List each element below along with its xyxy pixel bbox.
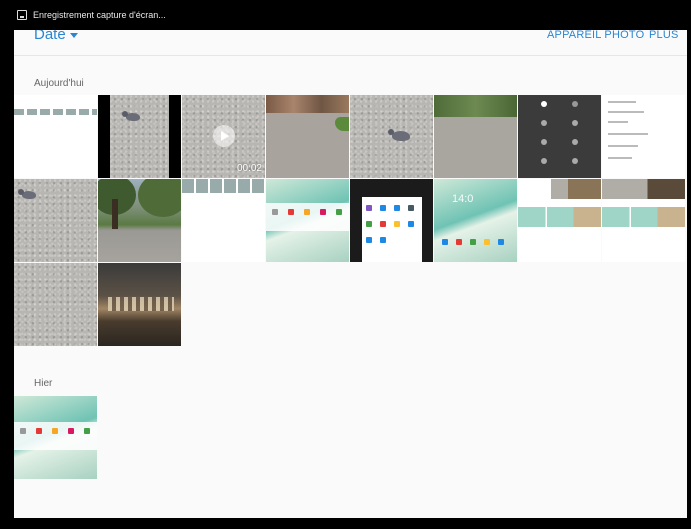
video-duration: 00:02 [236, 163, 262, 174]
caret-down-icon [69, 33, 78, 38]
section-header-today: Aujourd'hui [34, 78, 84, 89]
thumbnail-screenshot-gallery-3[interactable] [518, 179, 601, 262]
view-dropdown[interactable]: Date [34, 30, 78, 43]
status-bar: Enregistrement capture d'écran... [0, 0, 691, 30]
section-header-yesterday: Hier [34, 378, 53, 389]
lockscreen-time: 14:0 [452, 193, 474, 205]
thumbnail-photo-pigeon-3[interactable] [14, 179, 97, 262]
thumbnail-screenshot-gallery-4[interactable] [602, 179, 685, 262]
thumbnail-screenshot-lockscreen[interactable]: 14:0 [434, 179, 517, 262]
screen-record-icon [17, 10, 27, 20]
thumb-strip [14, 109, 97, 115]
camera-button[interactable]: APPAREIL PHOTO [547, 30, 644, 41]
thumbnail-screenshot-gallery-2[interactable] [182, 179, 265, 262]
toolbar: Date APPAREIL PHOTO PLUS [14, 30, 687, 56]
thumbnail-photo-pigeon-2[interactable] [350, 95, 433, 178]
play-icon [213, 125, 235, 147]
status-notification-text: Enregistrement capture d'écran... [33, 10, 166, 20]
thumbnail-screenshot-app-drawer[interactable] [266, 179, 349, 262]
thumbnail-photo-square[interactable] [266, 95, 349, 178]
gallery-app: Date APPAREIL PHOTO PLUS Aujourd'hui 00:… [14, 30, 687, 518]
more-button[interactable]: PLUS [649, 30, 679, 41]
thumbnail-screenshot-settings-dark[interactable] [518, 95, 601, 178]
view-dropdown-label: Date [34, 30, 66, 43]
thumbnail-screenshot-app-drawer-yesterday[interactable] [14, 396, 97, 479]
thumbnail-video[interactable]: 00:02 [182, 95, 265, 178]
thumbnail-screenshot-gallery[interactable] [14, 95, 97, 178]
thumbnail-screenshot-apps-grid[interactable] [350, 179, 433, 262]
thumbnail-photo-carousel[interactable] [98, 263, 181, 346]
thumbnail-screenshot-settings-list[interactable] [602, 95, 685, 178]
thumbnail-photo-park[interactable] [434, 95, 517, 178]
thumbnail-photo-pigeon[interactable] [98, 95, 181, 178]
thumbnail-photo-trees[interactable] [98, 179, 181, 262]
thumbnail-photo-gravel[interactable] [14, 263, 97, 346]
